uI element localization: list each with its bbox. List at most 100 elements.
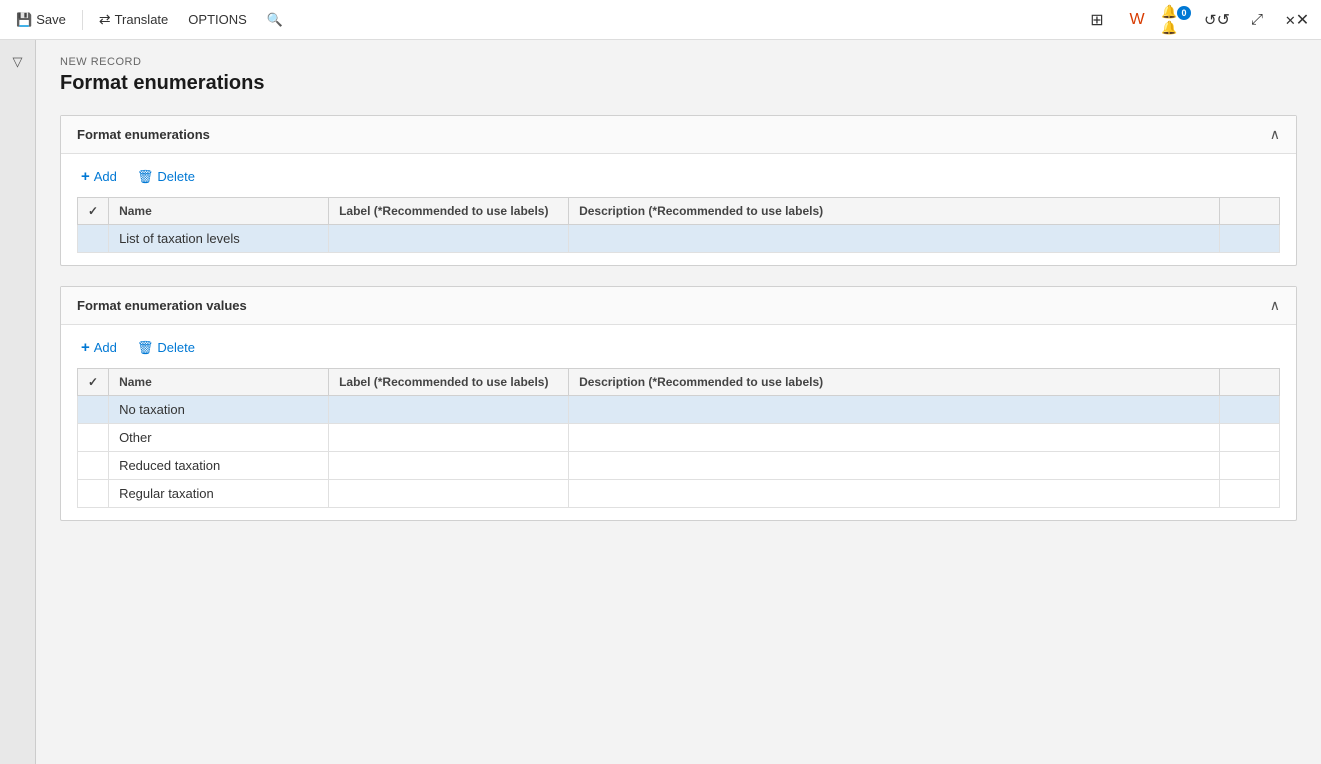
translate-label: Translate — [115, 12, 169, 27]
notification-badge: 0 — [1177, 6, 1191, 20]
chevron-up-icon: ∧ — [1270, 126, 1280, 142]
table-row[interactable]: List of taxation levels — [78, 225, 1280, 253]
table2-name-header: Name — [109, 369, 329, 396]
apps-button[interactable]: ⊞ — [1081, 4, 1113, 36]
table2-desc-header: Description (*Recommended to use labels) — [569, 369, 1220, 396]
notification-area[interactable]: 🔔 0 — [1161, 4, 1193, 36]
save-label: Save — [36, 12, 66, 27]
section2-delete-label: Delete — [157, 340, 195, 355]
page-title: Format enumerations — [60, 72, 1297, 95]
format-enumerations-section: Format enumerations ∧ + Add 🗑 Delete — [60, 115, 1297, 266]
toolbar-sep1 — [82, 10, 83, 30]
add-icon2: + — [81, 339, 90, 356]
options-button[interactable]: OPTIONS — [180, 8, 255, 31]
table-row[interactable]: Other — [78, 424, 1280, 452]
format-enum-values-title: Format enumeration values — [77, 298, 247, 313]
expand-icon: ⤢ — [1251, 11, 1263, 28]
section2-toolbar: + Add 🗑 Delete — [77, 337, 1280, 358]
table-row[interactable]: Reduced taxation — [78, 452, 1280, 480]
table1-desc-header: Description (*Recommended to use labels) — [569, 198, 1220, 225]
search-icon — [267, 11, 283, 28]
row-action — [1220, 225, 1280, 253]
translate-icon — [99, 11, 111, 28]
row-label[interactable] — [329, 424, 569, 452]
table-row[interactable]: Regular taxation — [78, 480, 1280, 508]
format-enumerations-table: ✓ Name Label (*Recommended to use labels… — [77, 197, 1280, 253]
format-enumerations-title: Format enumerations — [77, 127, 210, 142]
refresh-button[interactable]: ↺ — [1201, 4, 1233, 36]
row-desc[interactable] — [569, 225, 1220, 253]
row-action — [1220, 396, 1280, 424]
apps-icon: ⊞ — [1090, 10, 1103, 30]
row-action — [1220, 424, 1280, 452]
row-label[interactable] — [329, 225, 569, 253]
table1-name-header: Name — [109, 198, 329, 225]
chevron-up-icon2: ∧ — [1270, 297, 1280, 313]
save-icon — [16, 11, 32, 28]
filter-button[interactable]: ▽ — [4, 48, 32, 76]
row-desc[interactable] — [569, 480, 1220, 508]
section1-add-button[interactable]: + Add — [77, 166, 121, 187]
row-check — [78, 424, 109, 452]
row-check — [78, 480, 109, 508]
section1-toolbar: + Add 🗑 Delete — [77, 166, 1280, 187]
format-enum-values-section: Format enumeration values ∧ + Add 🗑 Dele… — [60, 286, 1297, 521]
options-label: OPTIONS — [188, 12, 247, 27]
row-action — [1220, 480, 1280, 508]
row-check — [78, 452, 109, 480]
section1-toggle[interactable]: ∧ — [1270, 126, 1280, 143]
check-icon: ✓ — [88, 204, 98, 218]
main-content: NEW RECORD Format enumerations Format en… — [36, 40, 1321, 764]
section2-delete-button[interactable]: 🗑 Delete — [133, 338, 199, 358]
delete-icon: 🗑 — [137, 169, 154, 185]
close-icon: ✕ — [1285, 10, 1309, 30]
sidebar: ▽ — [0, 40, 36, 764]
close-button[interactable]: ✕ — [1281, 4, 1313, 36]
row-label[interactable] — [329, 452, 569, 480]
section2-toggle[interactable]: ∧ — [1270, 297, 1280, 314]
format-enum-values-body: + Add 🗑 Delete ✓ Name — [61, 325, 1296, 520]
section1-delete-label: Delete — [157, 169, 195, 184]
table1-action-header — [1220, 198, 1280, 225]
ms-office-button[interactable]: W — [1121, 4, 1153, 36]
table2-label-header: Label (*Recommended to use labels) — [329, 369, 569, 396]
row-desc[interactable] — [569, 396, 1220, 424]
format-enum-values-header: Format enumeration values ∧ — [61, 287, 1296, 325]
filter-icon: ▽ — [13, 54, 23, 70]
format-enumerations-header: Format enumerations ∧ — [61, 116, 1296, 154]
row-name[interactable]: Reduced taxation — [109, 452, 329, 480]
expand-button[interactable]: ⤢ — [1241, 4, 1273, 36]
main-toolbar: Save Translate OPTIONS ⊞ W 🔔 0 ↺ ⤢ ✕ — [0, 0, 1321, 40]
refresh-icon: ↺ — [1204, 10, 1230, 30]
row-name[interactable]: Other — [109, 424, 329, 452]
search-button[interactable] — [259, 7, 291, 32]
ms-icon: W — [1129, 11, 1144, 29]
row-check — [78, 396, 109, 424]
row-label[interactable] — [329, 396, 569, 424]
table2-check-header: ✓ — [78, 369, 109, 396]
table2-action-header — [1220, 369, 1280, 396]
add-icon: + — [81, 168, 90, 185]
row-desc[interactable] — [569, 452, 1220, 480]
row-check — [78, 225, 109, 253]
row-desc[interactable] — [569, 424, 1220, 452]
row-name[interactable]: Regular taxation — [109, 480, 329, 508]
page-subtitle: NEW RECORD — [60, 56, 1297, 68]
table-row[interactable]: No taxation — [78, 396, 1280, 424]
delete-icon2: 🗑 — [137, 340, 154, 356]
row-label[interactable] — [329, 480, 569, 508]
row-name[interactable]: List of taxation levels — [109, 225, 329, 253]
layout: ▽ NEW RECORD Format enumerations Format … — [0, 40, 1321, 764]
check-icon2: ✓ — [88, 375, 98, 389]
row-action — [1220, 452, 1280, 480]
section2-add-label: Add — [94, 340, 117, 355]
table1-check-header: ✓ — [78, 198, 109, 225]
translate-button[interactable]: Translate — [91, 7, 176, 32]
toolbar-right: ⊞ W 🔔 0 ↺ ⤢ ✕ — [1081, 4, 1313, 36]
section1-delete-button[interactable]: 🗑 Delete — [133, 167, 199, 187]
save-button[interactable]: Save — [8, 7, 74, 32]
section2-add-button[interactable]: + Add — [77, 337, 121, 358]
section1-add-label: Add — [94, 169, 117, 184]
format-enumerations-body: + Add 🗑 Delete ✓ Name — [61, 154, 1296, 265]
row-name[interactable]: No taxation — [109, 396, 329, 424]
